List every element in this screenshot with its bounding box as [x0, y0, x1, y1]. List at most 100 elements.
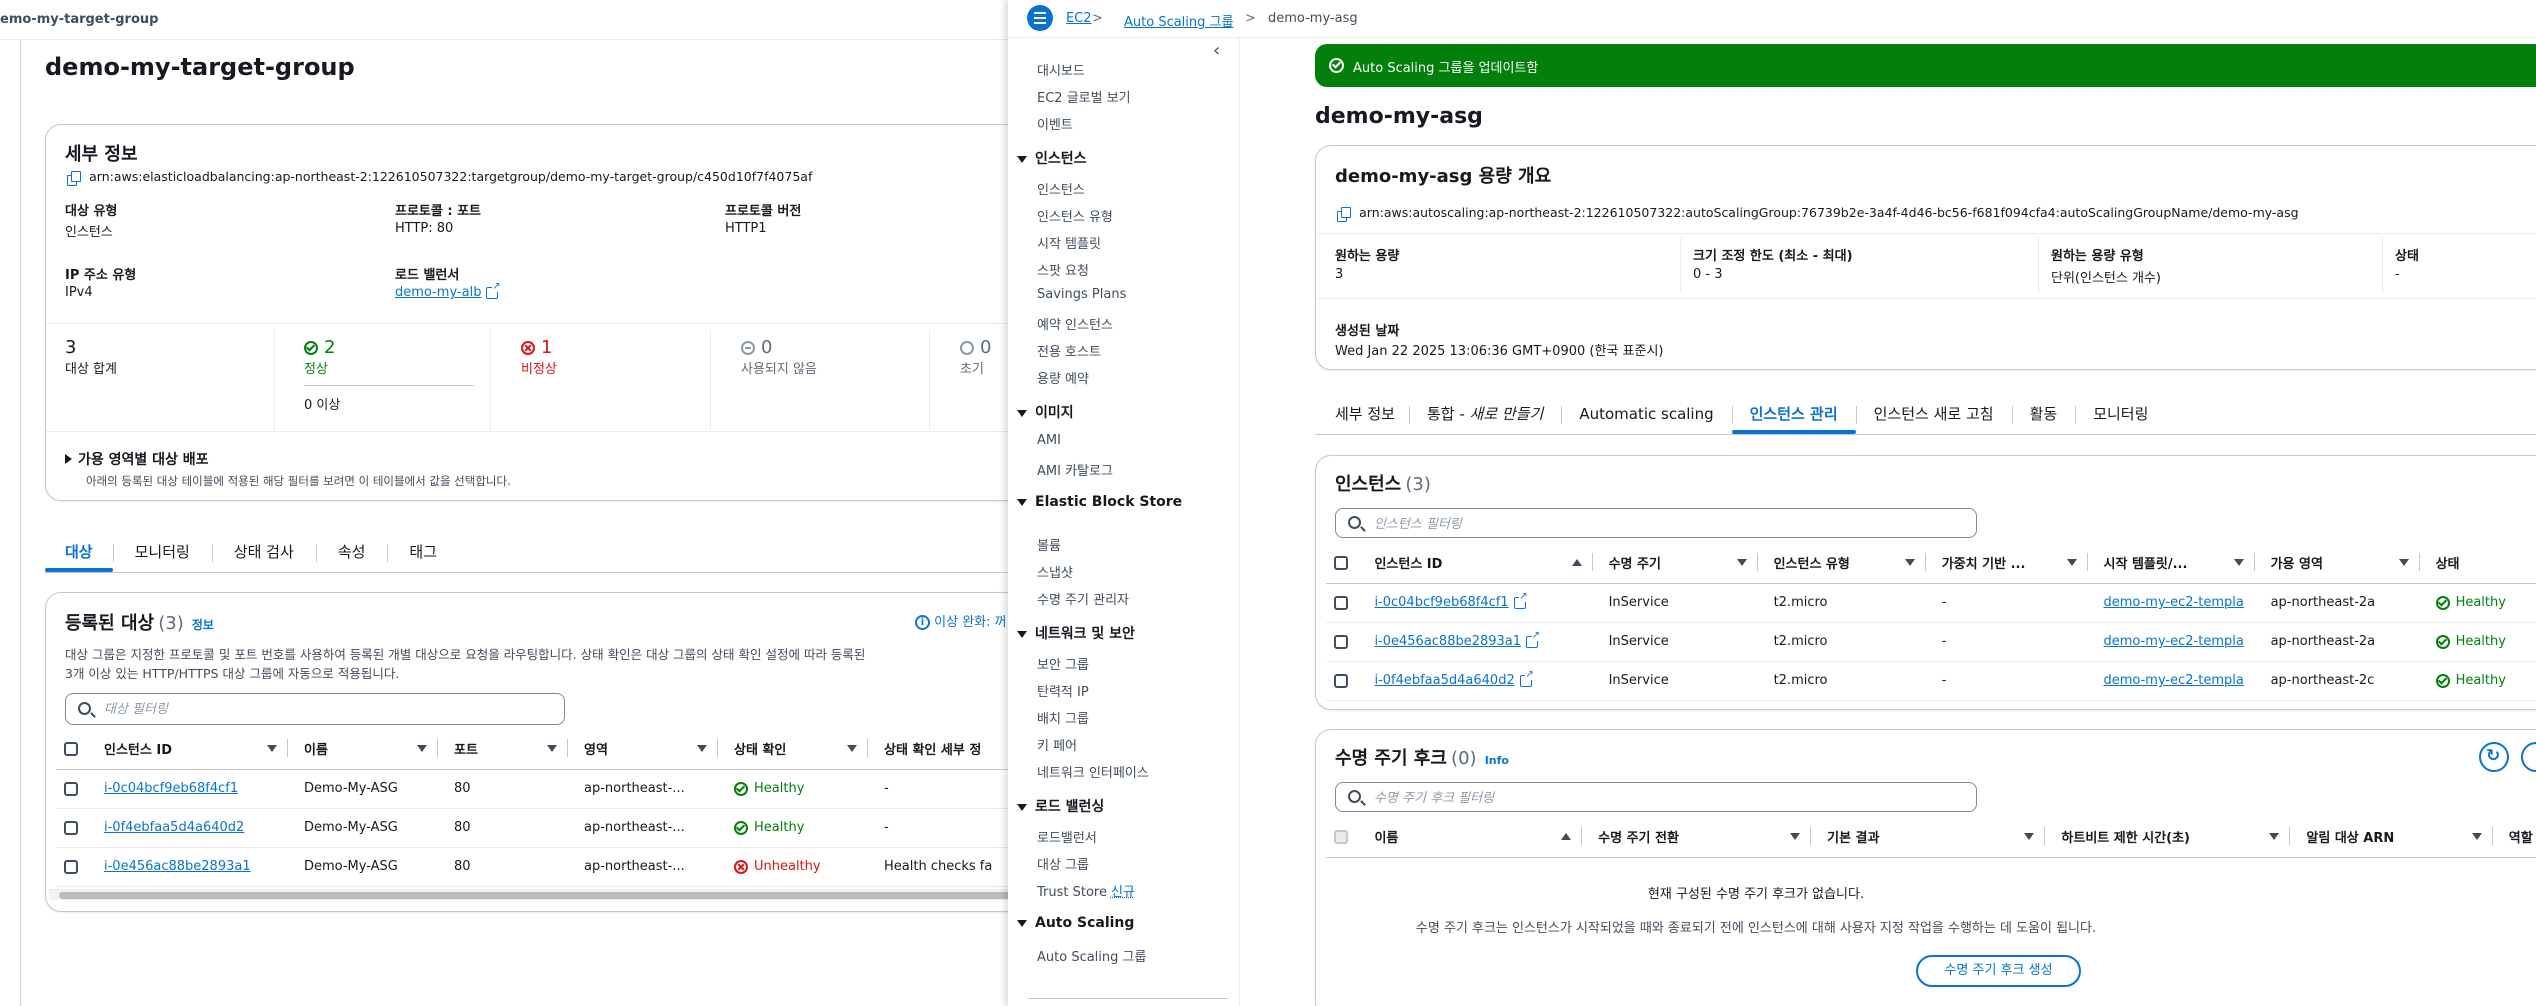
row-checkbox[interactable]	[1334, 595, 1348, 610]
info-link[interactable]: 정보	[192, 618, 214, 632]
instance-id-link[interactable]: i-0e456ac88be2893a1	[1374, 634, 1521, 649]
collapse-nav-icon[interactable]: ‹	[1213, 40, 1220, 61]
nav-instances[interactable]: 인스턴스	[1037, 179, 1085, 198]
nav-snapshots[interactable]: 스냅샷	[1037, 562, 1073, 581]
select-all-checkbox[interactable]	[1334, 555, 1348, 570]
nav-events[interactable]: 이벤트	[1037, 114, 1073, 133]
menu-button[interactable]	[1027, 5, 1053, 31]
load-balancer-link[interactable]: demo-my-alb	[395, 285, 481, 300]
col-status[interactable]: 상태	[2427, 543, 2536, 584]
copy-icon[interactable]	[67, 170, 81, 186]
nav-spot-requests[interactable]: 스팟 요청	[1037, 260, 1089, 279]
row-checkbox[interactable]	[1334, 673, 1348, 688]
select-all-checkbox[interactable]	[64, 741, 78, 756]
col-default-result[interactable]: 기본 결과	[1819, 817, 2054, 858]
nav-auto-scaling-groups[interactable]: Auto Scaling 그룹	[1037, 946, 1146, 965]
col-instance-type[interactable]: 인스턴스 유형	[1765, 543, 1934, 584]
nav-section-auto-scaling[interactable]: Auto Scaling	[1017, 915, 1134, 931]
col-launch-template[interactable]: 시작 템플릿/...	[2095, 543, 2263, 584]
col-name[interactable]: 이름	[296, 729, 446, 770]
col-zone[interactable]: 영역	[576, 729, 726, 770]
col-health[interactable]: 상태 확인	[726, 729, 876, 770]
launch-template-link[interactable]: demo-my-ec2-templa	[2104, 634, 2244, 649]
tab-monitoring[interactable]: 모니터링	[112, 536, 212, 572]
table-row[interactable]: i-0f4ebfaa5d4a640d2 InService t2.micro -…	[1326, 661, 2536, 701]
targets-filter-input[interactable]	[104, 694, 503, 724]
az-distribution-toggle[interactable]: 가용 영역별 대상 배포	[65, 449, 209, 469]
tab-instance-management[interactable]: 인스턴스 관리	[1731, 398, 1856, 434]
tab-tags[interactable]: 태그	[387, 536, 459, 572]
nav-target-groups[interactable]: 대상 그룹	[1037, 854, 1089, 873]
col-notification-arn[interactable]: 알림 대상 ARN	[2298, 817, 2501, 858]
copy-icon[interactable]	[1337, 206, 1351, 222]
nav-capacity-reservations[interactable]: 용량 예약	[1037, 368, 1089, 387]
row-checkbox[interactable]	[1334, 634, 1348, 649]
tab-health-checks[interactable]: 상태 검사	[211, 536, 316, 572]
refresh-button[interactable]	[2479, 742, 2509, 772]
nav-global-view[interactable]: EC2 글로벌 보기	[1037, 87, 1131, 106]
table-row[interactable]: i-0e456ac88be2893a1 InService t2.micro -…	[1326, 622, 2536, 662]
nav-section-load-balancing[interactable]: 로드 밸런싱	[1017, 796, 1104, 816]
instances-filter-input[interactable]	[1374, 509, 1886, 539]
nav-volumes[interactable]: 볼륨	[1037, 535, 1061, 554]
table-row[interactable]: i-0c04bcf9eb68f4cf1 InService t2.micro -…	[1326, 583, 2536, 623]
nav-savings-plans[interactable]: Savings Plans	[1037, 287, 1126, 302]
col-weight[interactable]: 가중치 기반 ...	[1933, 543, 2096, 584]
tab-attributes[interactable]: 속성	[315, 536, 388, 572]
table-row[interactable]: i-0c04bcf9eb68f4cf1 Demo-My-ASG 80 ap-no…	[56, 769, 1008, 809]
nav-reserved-instances[interactable]: 예약 인스턴스	[1037, 314, 1113, 333]
info-link[interactable]: Info	[1485, 754, 1509, 767]
nav-section-ebs[interactable]: Elastic Block Store	[1017, 494, 1182, 510]
nav-load-balancers[interactable]: 로드밸런서	[1037, 827, 1097, 846]
col-lifecycle[interactable]: 수명 주기	[1600, 543, 1766, 584]
tab-automatic-scaling[interactable]: Automatic scaling	[1561, 398, 1731, 434]
breadcrumb-asg[interactable]: Auto Scaling 그룹	[1124, 11, 1233, 30]
instance-id-link[interactable]: i-0c04bcf9eb68f4cf1	[1374, 595, 1508, 610]
nav-network-interfaces[interactable]: 네트워크 인터페이스	[1037, 762, 1149, 781]
nav-ami[interactable]: AMI	[1037, 433, 1061, 448]
tab-details[interactable]: 세부 정보	[1315, 398, 1409, 434]
nav-dashboard[interactable]: 대시보드	[1037, 60, 1085, 79]
launch-template-link[interactable]: demo-my-ec2-templa	[2104, 595, 2244, 610]
row-checkbox[interactable]	[64, 859, 78, 874]
instance-id-link[interactable]: i-0f4ebfaa5d4a640d2	[104, 820, 244, 835]
col-availability-zone[interactable]: 가용 영역	[2262, 543, 2428, 584]
nav-ami-catalog[interactable]: AMI 카탈로그	[1037, 460, 1113, 479]
nav-section-instances[interactable]: 인스턴스	[1017, 148, 1087, 168]
stat-unhealthy[interactable]: 1 비정상	[521, 337, 557, 377]
actions-button[interactable]: 작업	[2521, 742, 2536, 772]
col-lifecycle-transition[interactable]: 수명 주기 전환	[1590, 817, 1820, 858]
horizontal-scrollbar[interactable]	[49, 889, 1008, 900]
instances-filter[interactable]	[1335, 508, 1977, 539]
col-hook-name[interactable]: 이름	[1366, 817, 1591, 858]
breadcrumb-ec2[interactable]: EC2	[1066, 11, 1092, 26]
col-instance-id[interactable]: 인스턴스 ID	[96, 729, 296, 770]
stat-unused[interactable]: 0 사용되지 않음	[741, 337, 817, 377]
nav-trust-store[interactable]: Trust Store 신규	[1037, 881, 1135, 900]
tab-activity[interactable]: 활동	[2011, 398, 2076, 434]
tab-integrations[interactable]: 통합 - 새로 만들기	[1408, 398, 1561, 434]
col-heartbeat[interactable]: 하트비트 제한 시간(초)	[2053, 817, 2299, 858]
nav-elastic-ips[interactable]: 탄력적 IP	[1037, 681, 1089, 700]
table-row[interactable]: i-0e456ac88be2893a1 Demo-My-ASG 80 ap-no…	[56, 847, 1008, 887]
create-lifecycle-hook-button[interactable]: 수명 주기 후크 생성	[1916, 955, 2081, 987]
stat-healthy[interactable]: 2 정상 0 이상	[304, 337, 474, 413]
col-role-arn[interactable]: 역할 A	[2500, 817, 2536, 858]
nav-section-network[interactable]: 네트워크 및 보안	[1017, 623, 1135, 643]
nav-lifecycle-manager[interactable]: 수명 주기 관리자	[1037, 589, 1129, 608]
col-port[interactable]: 포트	[446, 729, 576, 770]
launch-template-link[interactable]: demo-my-ec2-templa	[2104, 673, 2244, 688]
nav-section-images[interactable]: 이미지	[1017, 402, 1074, 422]
tab-targets[interactable]: 대상	[45, 536, 113, 572]
nav-instance-types[interactable]: 인스턴스 유형	[1037, 206, 1113, 225]
tab-monitoring[interactable]: 모니터링	[2075, 398, 2166, 434]
instance-id-link[interactable]: i-0f4ebfaa5d4a640d2	[1374, 673, 1514, 688]
nav-dedicated-hosts[interactable]: 전용 호스트	[1037, 341, 1101, 360]
nav-key-pairs[interactable]: 키 페어	[1037, 735, 1077, 754]
row-checkbox[interactable]	[64, 781, 78, 796]
tab-instance-refresh[interactable]: 인스턴스 새로 고침	[1855, 398, 2012, 434]
hooks-filter[interactable]	[1335, 782, 1977, 813]
col-instance-id[interactable]: 인스턴스 ID	[1366, 543, 1601, 584]
row-checkbox[interactable]	[64, 820, 78, 835]
load-balancer-link-wrap[interactable]: demo-my-alb	[395, 281, 501, 300]
